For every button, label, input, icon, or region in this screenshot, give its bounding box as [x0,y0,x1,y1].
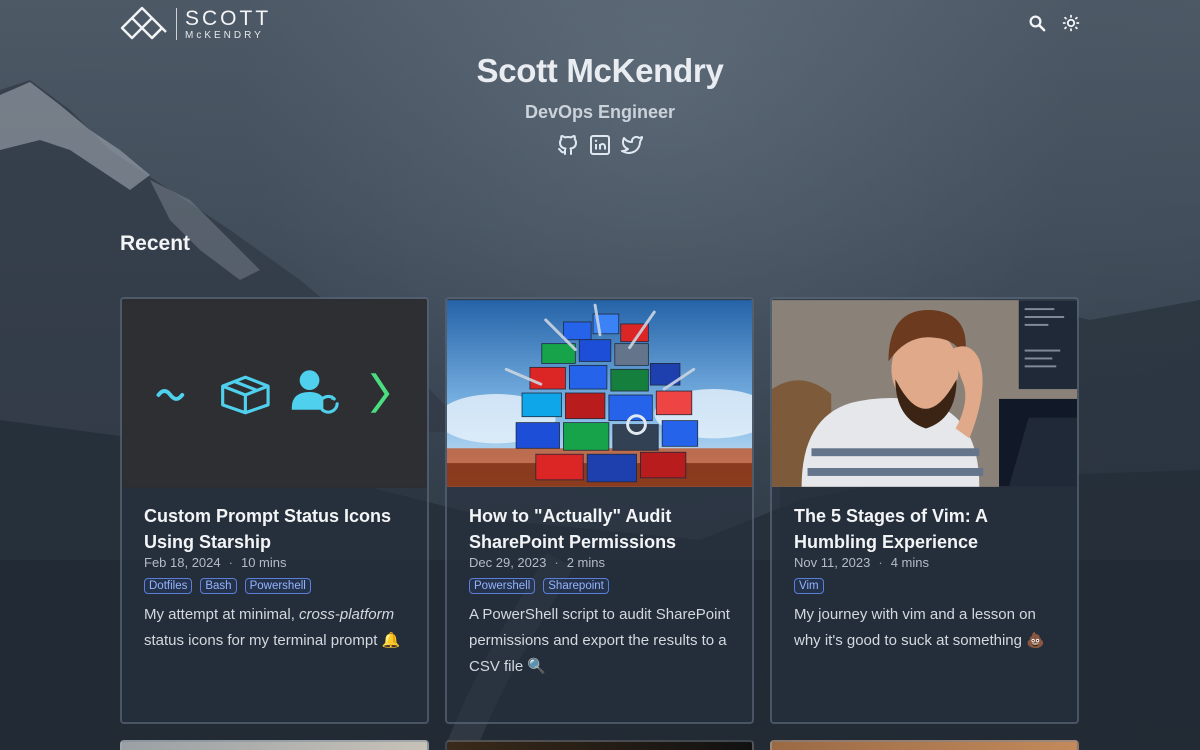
post-date: Feb 18, 2024 [144,555,221,570]
tag-bash[interactable]: Bash [200,578,237,594]
logo-mark-icon [120,6,167,40]
post-body: How to "Actually" Audit SharePoint Permi… [447,488,752,680]
more-posts-row [120,740,1080,750]
logo-divider [176,8,177,40]
post-date: Nov 11, 2023 [794,555,871,570]
prompt-icons-thumbnail [122,300,427,487]
linkedin-icon[interactable] [588,133,612,157]
frustrated-dev-thumbnail [772,300,1077,487]
social-links [0,133,1200,157]
tag-sharepoint[interactable]: Sharepoint [543,578,609,594]
search-icon[interactable] [1028,14,1046,32]
recent-posts-grid: Custom Prompt Status Icons Using Starshi… [120,297,1080,724]
post-meta: Nov 11, 2023 · 4 mins [794,555,1055,570]
meta-separator: · [554,555,559,570]
github-icon[interactable] [556,133,580,157]
post-card-partial[interactable] [120,740,429,750]
post-read-time: 10 mins [240,555,287,570]
tag-vim[interactable]: Vim [794,578,824,594]
meta-separator: · [228,555,233,570]
post-title[interactable]: The 5 Stages of Vim: A Humbling Experien… [794,503,1055,555]
site-logo[interactable]: SCOTT McKENDRY [120,6,271,42]
logo-text: SCOTT McKENDRY [185,8,271,41]
twitter-icon[interactable] [620,133,644,157]
post-read-time: 4 mins [890,555,930,570]
post-meta: Feb 18, 2024 · 10 mins [144,555,405,570]
post-tags: Vim [794,578,1055,594]
header-actions [1028,14,1080,32]
post-card[interactable]: How to "Actually" Audit SharePoint Permi… [445,297,754,724]
post-card[interactable]: Custom Prompt Status Icons Using Starshi… [120,297,429,724]
logo-subname: McKENDRY [185,29,264,41]
meta-separator: · [878,555,883,570]
theme-toggle-icon[interactable] [1062,14,1080,32]
post-tags: Powershell Sharepoint [469,578,730,594]
post-card-partial[interactable] [770,740,1079,750]
desc-emphasis: cross-platform [299,606,395,623]
desc-part: status icons for my terminal prompt 🔔 [144,632,401,649]
tag-dotfiles[interactable]: Dotfiles [144,578,193,594]
post-thumbnail [122,299,427,488]
post-read-time: 2 mins [566,555,605,570]
post-description: My attempt at minimal, cross-platform st… [144,602,405,654]
desc-part: My attempt at minimal, [144,606,300,623]
top-navbar: SCOTT McKENDRY [120,6,1080,46]
page: SCOTT McKENDRY Scott McKendry DevOps Eng… [0,0,1200,750]
post-date: Dec 29, 2023 [469,555,547,570]
post-description: My journey with vim and a lesson on why … [794,606,1045,649]
post-title[interactable]: How to "Actually" Audit SharePoint Permi… [469,503,730,555]
sharepoint-pile-thumbnail [447,300,752,487]
post-thumbnail [447,299,752,488]
post-body: Custom Prompt Status Icons Using Starshi… [122,488,427,654]
post-card-partial[interactable] [445,740,754,750]
post-description: A PowerShell script to audit SharePoint … [469,606,730,675]
tag-powershell[interactable]: Powershell [469,578,536,594]
hero: Scott McKendry DevOps Engineer [0,52,1200,157]
author-role: DevOps Engineer [524,102,676,122]
post-thumbnail [772,299,1077,488]
tag-powershell[interactable]: Powershell [244,578,311,594]
post-meta: Dec 29, 2023 · 2 mins [469,555,730,570]
author-name: Scott McKendry [476,52,724,89]
post-tags: Dotfiles Bash Powershell [144,578,405,594]
post-title[interactable]: Custom Prompt Status Icons Using Starshi… [144,503,405,555]
post-body: The 5 Stages of Vim: A Humbling Experien… [772,488,1077,654]
logo-name: SCOTT [185,6,272,30]
post-card[interactable]: The 5 Stages of Vim: A Humbling Experien… [770,297,1079,724]
section-title-recent: Recent [120,232,191,255]
